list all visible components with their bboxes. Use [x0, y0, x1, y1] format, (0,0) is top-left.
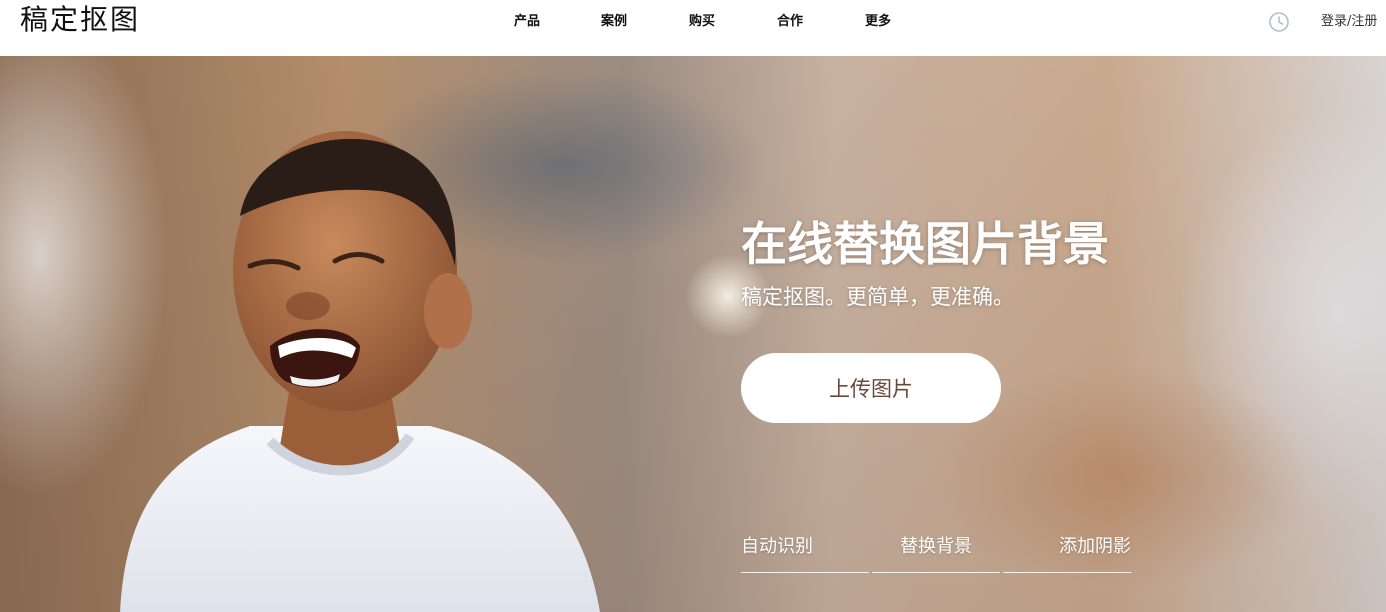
nav-item-buy[interactable]: 购买: [689, 12, 715, 32]
upload-image-button[interactable]: 上传图片: [741, 353, 1001, 423]
nav-item-cooperation[interactable]: 合作: [777, 12, 803, 32]
hero-banner: 在线替换图片背景 稿定抠图。更简单，更准确。 上传图片 自动识别 替换背景 添加…: [0, 56, 1386, 612]
login-register-link[interactable]: 登录/注册: [1321, 12, 1377, 32]
logo[interactable]: 稿定抠图: [20, 4, 140, 36]
feature-tab-auto-detect[interactable]: 自动识别: [741, 534, 869, 573]
nav-item-products[interactable]: 产品: [514, 12, 540, 32]
laughing-boy-image: [120, 131, 600, 612]
nav-item-cases[interactable]: 案例: [601, 12, 627, 32]
feature-tab-replace-background[interactable]: 替换背景: [872, 534, 1000, 573]
hero-subline: 稿定抠图。更简单，更准确。: [741, 285, 1014, 309]
feature-tab-add-shadow[interactable]: 添加阴影: [1003, 534, 1131, 573]
hero-headline: 在线替换图片背景: [741, 217, 1109, 271]
top-header: 稿定抠图 产品 案例 购买 合作 更多 登录/注册: [0, 0, 1386, 56]
nav-item-more[interactable]: 更多: [865, 12, 891, 32]
clock-icon[interactable]: [1268, 11, 1290, 33]
